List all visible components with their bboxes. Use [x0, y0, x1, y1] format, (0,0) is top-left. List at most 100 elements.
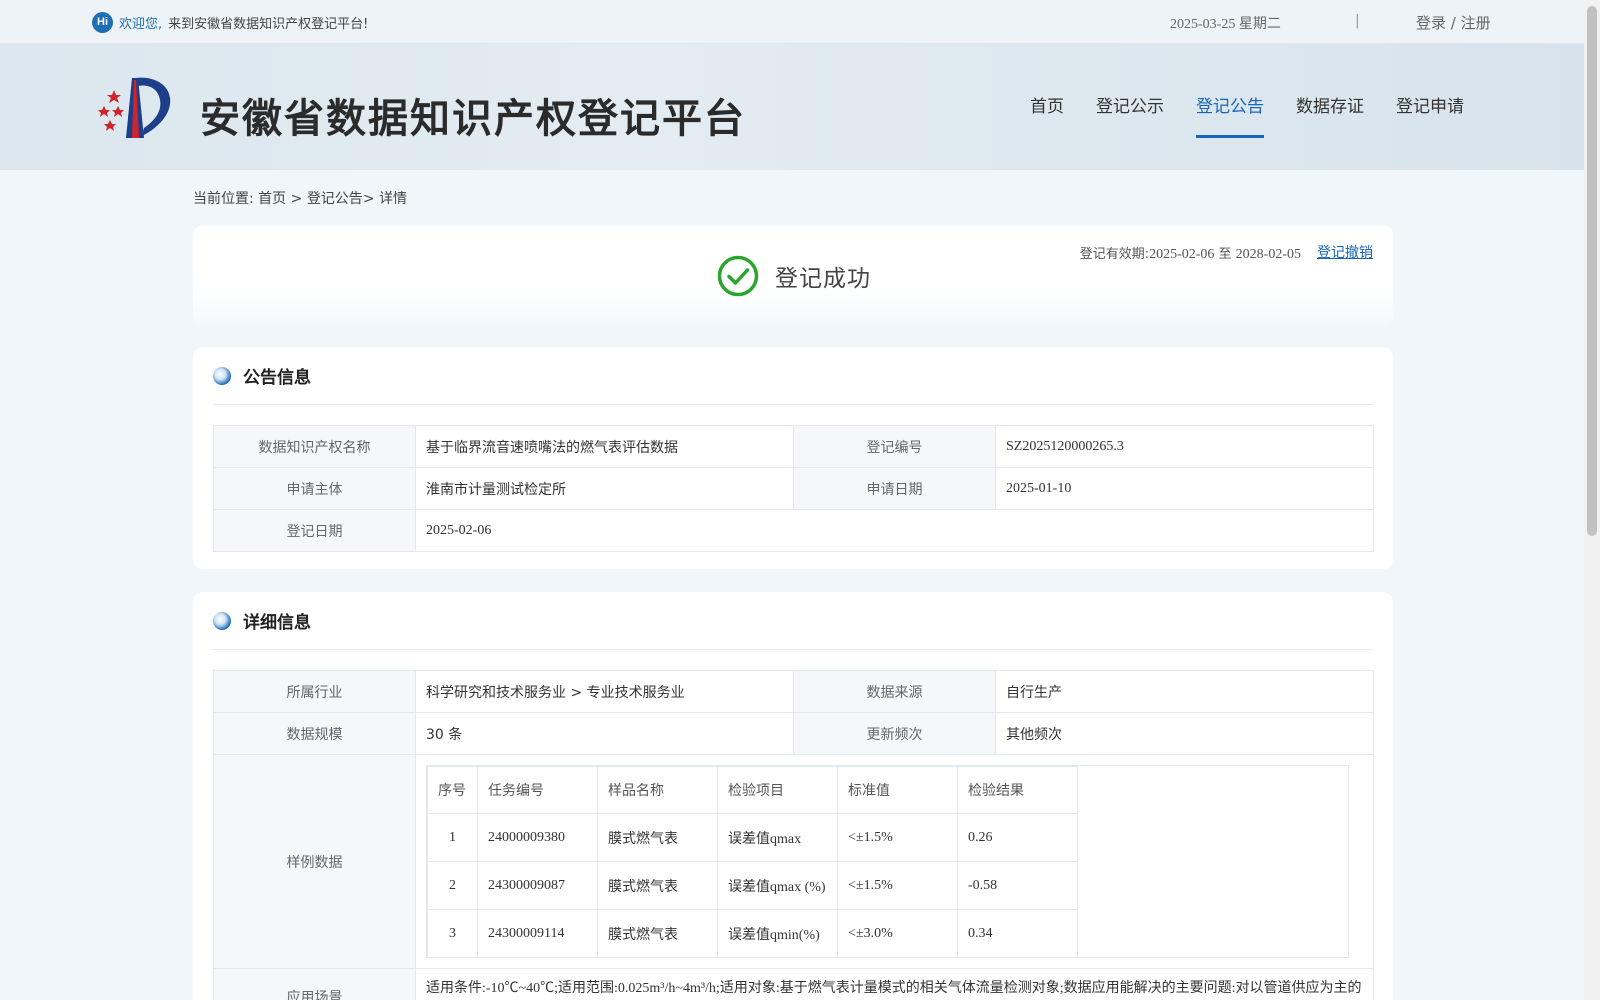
login-link[interactable]: 登录: [1416, 14, 1446, 32]
column-header: 任务编号: [477, 766, 598, 814]
topbar-separator: |: [1355, 13, 1360, 29]
breadcrumb-sep: >: [286, 191, 307, 207]
nav-registration-apply[interactable]: 登记申请: [1396, 92, 1464, 138]
field-value: 2025-01-10: [995, 467, 1374, 510]
table-cell: 3: [427, 909, 478, 958]
table-cell: 0.34: [957, 909, 1078, 958]
section-bullet-icon: [213, 366, 231, 385]
column-header: 标准值: [837, 766, 958, 814]
table-cell: 误差值qmin(%): [717, 909, 838, 958]
sample-data-table: 序号 任务编号 样品名称 检验项目 标准值 检验结果 1 24000009380…: [427, 766, 1078, 958]
welcome-highlight: 欢迎您,: [119, 16, 163, 32]
column-header: 检验项目: [717, 766, 838, 814]
table-cell: <±3.0%: [837, 909, 958, 958]
table-row: 申请主体 淮南市计量测试检定所 申请日期 2025-01-10: [213, 467, 1374, 510]
field-value: 适用条件:-10℃~40℃;适用范围:0.025m³/h~4m³/h;适用对象:…: [415, 968, 1374, 1000]
hi-icon: Hi: [92, 11, 113, 33]
breadcrumb-prefix: 当前位置:: [193, 191, 254, 207]
nav-data-evidence[interactable]: 数据存证: [1296, 92, 1364, 138]
field-label: 登记日期: [213, 509, 416, 552]
table-row: 1 24000009380 膜式燃气表 误差值qmax <±1.5% 0.26: [427, 813, 1078, 862]
validity-to: 2028-02-05: [1235, 247, 1301, 262]
table-cell: 误差值qmax (%): [717, 861, 838, 910]
field-value: 其他频次: [995, 712, 1374, 755]
breadcrumb-sep: >: [362, 191, 379, 207]
table-row: 2 24300009087 膜式燃气表 误差值qmax (%) <±1.5% -…: [427, 861, 1078, 910]
nav-registration-announcement[interactable]: 登记公告: [1196, 92, 1264, 138]
field-label: 申请主体: [213, 467, 416, 510]
table-row: 样例数据 序号 任务编号 样品名称 检验项目 标准值 检验结果 1 240000…: [213, 754, 1374, 969]
field-value: 自行生产: [995, 670, 1374, 713]
revoke-registration-link[interactable]: 登记撤销: [1317, 242, 1373, 262]
field-label: 登记编号: [793, 425, 996, 468]
field-label: 样例数据: [213, 754, 416, 969]
table-cell: <±1.5%: [837, 813, 958, 862]
nav-home[interactable]: 首页: [1030, 92, 1064, 138]
table-row: 数据知识产权名称 基于临界流音速喷嘴法的燃气表评估数据 登记编号 SZ20251…: [213, 425, 1374, 468]
success-text: 登记成功: [775, 266, 871, 292]
field-label: 应用场景: [213, 968, 416, 1000]
welcome-message: Hi 欢迎您, 来到安徽省数据知识产权登记平台!: [92, 11, 368, 33]
success-indicator: 登记成功: [717, 255, 871, 297]
breadcrumb-current: 详情: [379, 191, 407, 207]
table-row: 登记日期 2025-02-06: [213, 509, 1374, 552]
table-cell: 误差值qmax: [717, 813, 838, 862]
announcement-table: 数据知识产权名称 基于临界流音速喷嘴法的燃气表评估数据 登记编号 SZ20251…: [213, 425, 1374, 552]
validity-to-word: 至: [1214, 247, 1236, 262]
main-nav: 首页 登记公示 登记公告 数据存证 登记申请: [1030, 92, 1464, 138]
field-label: 数据知识产权名称: [213, 425, 416, 468]
sample-table-wrapper: 序号 任务编号 样品名称 检验项目 标准值 检验结果 1 24000009380…: [426, 765, 1349, 958]
table-row: 3 24300009114 膜式燃气表 误差值qmin(%) <±3.0% 0.…: [427, 909, 1078, 958]
validity-period: 登记有效期:2025-02-06 至 2028-02-05: [1080, 243, 1301, 263]
field-value: 2025-02-06: [415, 509, 1374, 552]
table-cell: 24300009087: [477, 861, 598, 910]
announcement-info-card: 公告信息 数据知识产权名称 基于临界流音速喷嘴法的燃气表评估数据 登记编号 SZ…: [193, 347, 1393, 569]
field-value: 30 条: [415, 712, 794, 755]
breadcrumb-section[interactable]: 登记公告: [307, 191, 363, 207]
field-label: 更新频次: [793, 712, 996, 755]
detail-table: 所属行业 科学研究和技术服务业 > 专业技术服务业 数据来源 自行生产 数据规模…: [213, 670, 1374, 1000]
check-circle-icon: [717, 255, 759, 297]
field-label: 数据来源: [793, 670, 996, 713]
table-cell: -0.58: [957, 861, 1078, 910]
breadcrumb-home[interactable]: 首页: [258, 191, 286, 207]
site-logo[interactable]: [92, 72, 178, 142]
column-header: 检验结果: [957, 766, 1078, 814]
breadcrumb: 当前位置: 首页 > 登记公告> 详情: [193, 188, 407, 208]
table-header-row: 序号 任务编号 样品名称 检验项目 标准值 检验结果: [427, 766, 1078, 814]
section-header: 详细信息: [213, 592, 1373, 650]
register-link[interactable]: 注册: [1461, 14, 1491, 32]
auth-links: 登录 / 注册: [1416, 12, 1491, 33]
table-cell: 0.26: [957, 813, 1078, 862]
field-label: 申请日期: [793, 467, 996, 510]
section-title: 详细信息: [243, 613, 311, 633]
field-label: 所属行业: [213, 670, 416, 713]
field-value: 淮南市计量测试检定所: [415, 467, 794, 510]
registration-status-card: 登记有效期:2025-02-06 至 2028-02-05 登记撤销 登记成功: [193, 226, 1393, 326]
detail-info-card: 详细信息 所属行业 科学研究和技术服务业 > 专业技术服务业 数据来源 自行生产…: [193, 592, 1393, 1000]
section-title: 公告信息: [243, 368, 311, 388]
site-header: 安徽省数据知识产权登记平台 首页 登记公示 登记公告 数据存证 登记申请: [0, 44, 1584, 170]
table-row: 应用场景 适用条件:-10℃~40℃;适用范围:0.025m³/h~4m³/h;…: [213, 968, 1374, 1000]
table-cell: 24300009114: [477, 909, 598, 958]
scrollbar-thumb[interactable]: [1587, 6, 1597, 536]
nav-registration-publicity[interactable]: 登记公示: [1096, 92, 1164, 138]
field-value: 基于临界流音速喷嘴法的燃气表评估数据: [415, 425, 794, 468]
table-cell: 膜式燃气表: [597, 861, 718, 910]
table-cell: 膜式燃气表: [597, 813, 718, 862]
table-cell: 1: [427, 813, 478, 862]
table-cell: 24000009380: [477, 813, 598, 862]
section-header: 公告信息: [213, 347, 1373, 405]
welcome-text: 来到安徽省数据知识产权登记平台!: [168, 16, 369, 32]
field-value: SZ2025120000265.3: [995, 425, 1374, 468]
table-cell: 膜式燃气表: [597, 909, 718, 958]
validity-from: 2025-02-06: [1149, 247, 1215, 262]
sample-data-cell: 序号 任务编号 样品名称 检验项目 标准值 检验结果 1 24000009380…: [415, 754, 1374, 969]
top-bar: Hi 欢迎您, 来到安徽省数据知识产权登记平台! 2025-03-25 星期二 …: [0, 0, 1584, 44]
section-bullet-icon: [213, 611, 231, 630]
auth-slash: /: [1446, 14, 1461, 32]
page-scrollbar[interactable]: [1584, 0, 1600, 1000]
column-header: 序号: [427, 766, 478, 814]
current-date: 2025-03-25 星期二: [1170, 17, 1281, 32]
site-title: 安徽省数据知识产权登记平台: [200, 96, 746, 142]
